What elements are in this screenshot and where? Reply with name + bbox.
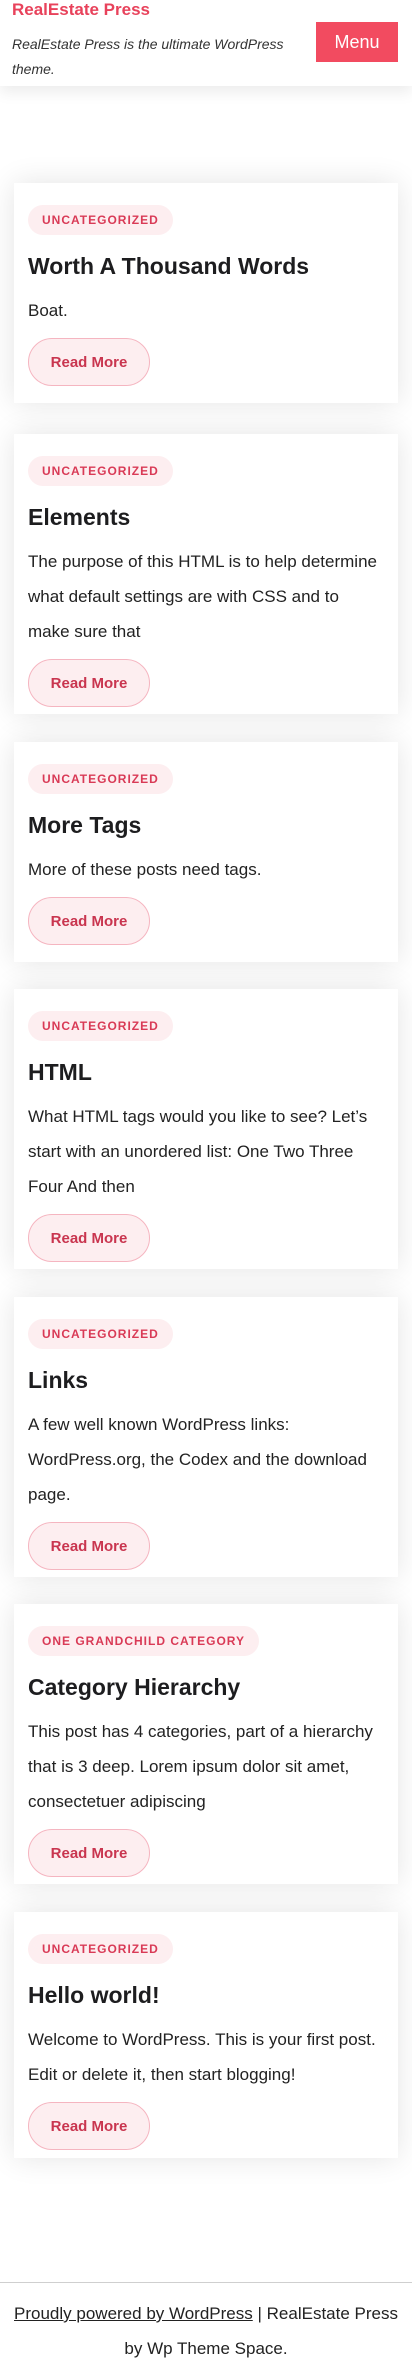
footer-divider <box>0 2282 412 2283</box>
post-title[interactable]: More Tags <box>28 810 384 840</box>
site-description: RealEstate Press is the ultimate WordPre… <box>12 36 284 77</box>
read-more-button[interactable]: Read More <box>28 1214 150 1262</box>
category-badge[interactable]: UNCATEGORIZED <box>28 205 173 235</box>
post-excerpt: Boat. <box>28 301 68 320</box>
read-more-button[interactable]: Read More <box>28 659 150 707</box>
post-card: ONE GRANDCHILD CATEGORY Category Hierarc… <box>14 1604 398 1884</box>
post-card: UNCATEGORIZED More Tags More of these po… <box>14 742 398 962</box>
post-title[interactable]: Hello world! <box>28 1980 384 2010</box>
post-excerpt: More of these posts need tags. <box>28 860 262 879</box>
footer-separator: | <box>252 2304 267 2323</box>
post-title[interactable]: Links <box>28 1365 384 1395</box>
category-badge[interactable]: UNCATEGORIZED <box>28 1319 173 1349</box>
post-card: UNCATEGORIZED Worth A Thousand Words Boa… <box>14 183 398 403</box>
read-more-button[interactable]: Read More <box>28 338 150 386</box>
category-badge[interactable]: ONE GRANDCHILD CATEGORY <box>28 1626 259 1656</box>
post-card: UNCATEGORIZED Hello world! Welcome to Wo… <box>14 1912 398 2158</box>
read-more-button[interactable]: Read More <box>28 1829 150 1877</box>
category-badge[interactable]: UNCATEGORIZED <box>28 764 173 794</box>
post-excerpt: The purpose of this HTML is to help dete… <box>28 552 377 641</box>
category-badge[interactable]: UNCATEGORIZED <box>28 1934 173 1964</box>
site-header: RealEstate Press RealEstate Press is the… <box>0 0 412 86</box>
post-title[interactable]: Elements <box>28 502 384 532</box>
read-more-button[interactable]: Read More <box>28 2102 150 2150</box>
post-card: UNCATEGORIZED HTML What HTML tags would … <box>14 989 398 1269</box>
site-title-link[interactable]: RealEstate Press <box>12 0 150 20</box>
post-card: UNCATEGORIZED Elements The purpose of th… <box>14 434 398 714</box>
category-badge[interactable]: UNCATEGORIZED <box>28 456 173 486</box>
site-footer: Proudly powered by WordPress | RealEstat… <box>0 2296 412 2366</box>
post-title[interactable]: Category Hierarchy <box>28 1672 384 1702</box>
post-excerpt: A few well known WordPress links: WordPr… <box>28 1415 367 1504</box>
post-card: UNCATEGORIZED Links A few well known Wor… <box>14 1297 398 1577</box>
post-excerpt: This post has 4 categories, part of a hi… <box>28 1722 373 1811</box>
post-excerpt: Welcome to WordPress. This is your first… <box>28 2030 376 2084</box>
read-more-button[interactable]: Read More <box>28 1522 150 1570</box>
powered-by-link[interactable]: Proudly powered by WordPress <box>14 2304 253 2323</box>
menu-button[interactable]: Menu <box>316 22 398 62</box>
read-more-button[interactable]: Read More <box>28 897 150 945</box>
post-excerpt: What HTML tags would you like to see? Le… <box>28 1107 368 1196</box>
category-badge[interactable]: UNCATEGORIZED <box>28 1011 173 1041</box>
post-title[interactable]: HTML <box>28 1057 384 1087</box>
post-title[interactable]: Worth A Thousand Words <box>28 251 384 281</box>
